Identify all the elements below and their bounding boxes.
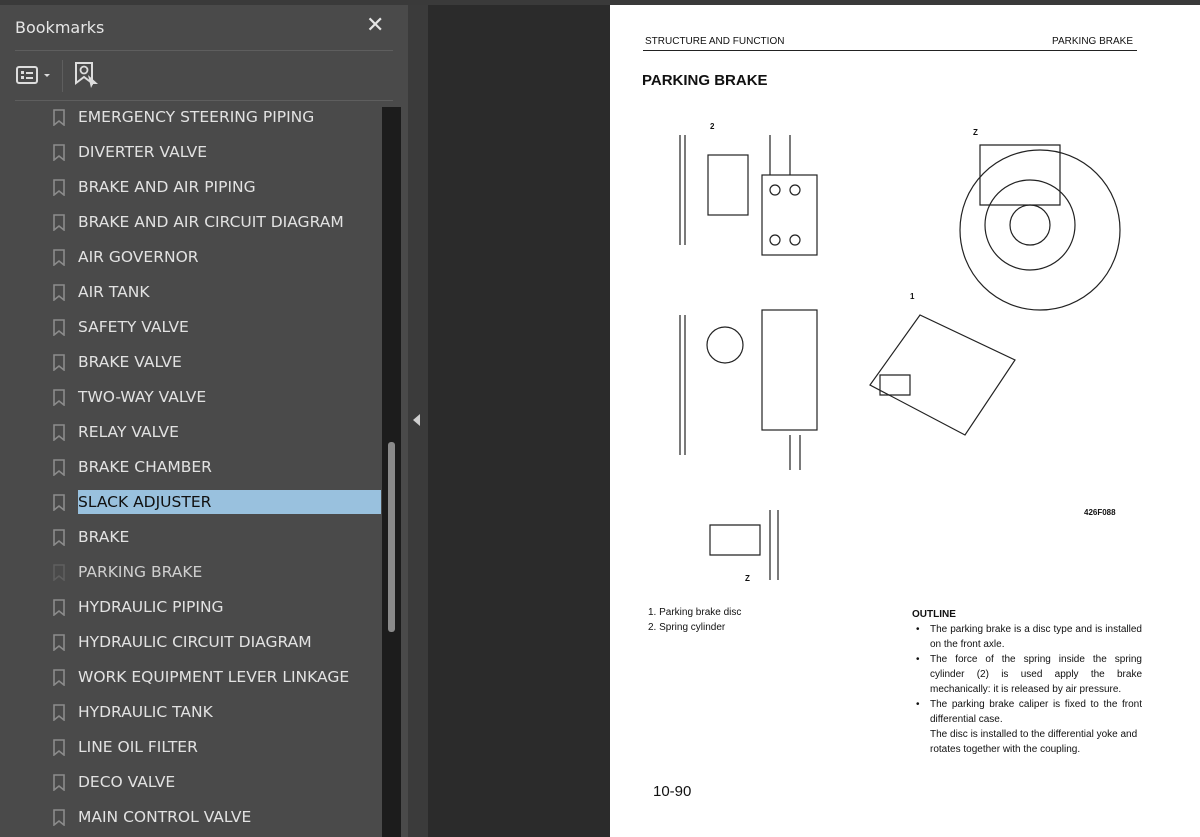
callout-1: 1 [910, 292, 915, 301]
bookmark-item[interactable]: AIR GOVERNOR [0, 240, 382, 275]
view-z-label: Z [745, 574, 750, 583]
find-bookmark-button[interactable] [74, 60, 100, 94]
bookmark-icon [53, 424, 65, 441]
bookmark-item[interactable]: PARKING BRAKE [0, 555, 382, 590]
scrollbar-thumb[interactable] [388, 442, 395, 632]
bookmark-icon [53, 809, 65, 826]
bookmark-label: PARKING BRAKE [78, 563, 203, 581]
close-icon[interactable]: ✕ [366, 13, 384, 38]
bookmark-item[interactable]: SAFETY VALVE [0, 310, 382, 345]
bookmark-icon [53, 354, 65, 371]
bookmark-label: TWO-WAY VALVE [78, 388, 207, 406]
bookmark-label: HYDRAULIC TANK [78, 703, 213, 721]
bookmark-icon [53, 284, 65, 301]
outline-bullet: The parking brake caliper is fixed to th… [912, 697, 1142, 727]
header-right: PARKING BRAKE [1052, 36, 1133, 47]
bookmark-item[interactable]: BRAKE AND AIR PIPING [0, 170, 382, 205]
bookmark-label: BRAKE CHAMBER [78, 458, 212, 476]
bookmark-icon [53, 109, 65, 126]
bookmark-item[interactable]: BRAKE CHAMBER [0, 450, 382, 485]
bookmark-item[interactable]: WORK EQUIPMENT LEVER LINKAGE [0, 660, 382, 695]
bookmark-item[interactable]: EMERGENCY STEERING PIPING [0, 100, 382, 135]
outline-continuation: The disc is installed to the differentia… [930, 729, 1138, 755]
bookmark-label: BRAKE AND AIR PIPING [78, 178, 256, 196]
bookmark-label: HYDRAULIC CIRCUIT DIAGRAM [78, 633, 312, 651]
panel-title: Bookmarks [15, 18, 105, 37]
bookmark-list: EMERGENCY STEERING PIPING DIVERTER VALVE B… [0, 100, 382, 835]
bookmark-label: RELAY VALVE [78, 423, 179, 441]
outline-section: OUTLINE The parking brake is a disc type… [912, 607, 1142, 757]
bookmark-icon [53, 249, 65, 266]
find-bookmark-icon [75, 62, 98, 88]
bookmark-item[interactable]: MAIN CONTROL VALVE [0, 800, 382, 835]
bookmark-label: HYDRAULIC PIPING [78, 598, 224, 616]
page-number: 10-90 [653, 783, 692, 800]
bookmark-icon [53, 144, 65, 161]
bookmark-label: BRAKE VALVE [78, 353, 182, 371]
scrollbar[interactable] [382, 107, 401, 837]
list-options-button[interactable] [16, 63, 56, 91]
bookmark-item[interactable]: HYDRAULIC PIPING [0, 590, 382, 625]
callout-2: 2 [710, 122, 715, 131]
header-left: STRUCTURE AND FUNCTION [645, 36, 785, 47]
bookmark-label: LINE OIL FILTER [78, 738, 198, 756]
bookmark-item[interactable]: SLACK ADJUSTER [0, 485, 382, 520]
bookmark-label: BRAKE [78, 528, 130, 546]
bookmark-label: AIR GOVERNOR [78, 248, 199, 266]
bookmark-icon [53, 669, 65, 686]
page-title: PARKING BRAKE [642, 72, 768, 89]
panel-splitter[interactable] [408, 5, 428, 837]
bookmark-icon [53, 179, 65, 196]
bookmark-item[interactable]: AIR TANK [0, 275, 382, 310]
bookmark-item[interactable]: TWO-WAY VALVE [0, 380, 382, 415]
outline-bullet: The force of the spring inside the sprin… [912, 652, 1142, 697]
part-item: 1. Parking brake disc [648, 607, 742, 618]
header-rule [643, 50, 1137, 51]
bookmark-icon [53, 774, 65, 791]
list-options-icon [16, 66, 50, 84]
bookmark-label: DECO VALVE [78, 773, 176, 791]
collapse-panel-icon[interactable] [413, 414, 420, 426]
bookmark-icon [53, 634, 65, 651]
bookmark-icon [53, 319, 65, 336]
bookmark-item[interactable]: DECO VALVE [0, 765, 382, 800]
bookmark-item[interactable]: HYDRAULIC CIRCUIT DIAGRAM [0, 625, 382, 660]
part-item: 2. Spring cylinder [648, 622, 726, 633]
outline-bullet: The parking brake is a disc type and is … [912, 622, 1142, 652]
bookmark-label: EMERGENCY STEERING PIPING [78, 108, 315, 126]
bookmark-item[interactable]: RELAY VALVE [0, 415, 382, 450]
parts-list: 1. Parking brake disc 2. Spring cylinder [648, 605, 741, 635]
bookmark-item[interactable]: BRAKE [0, 520, 382, 555]
bookmark-label: DIVERTER VALVE [78, 143, 208, 161]
bookmark-icon [53, 704, 65, 721]
bookmark-icon [53, 494, 65, 511]
callout-z: Z [973, 128, 978, 137]
bookmark-icon [53, 564, 65, 581]
divider [62, 60, 63, 92]
divider [15, 50, 393, 51]
bookmark-label: WORK EQUIPMENT LEVER LINKAGE [78, 668, 350, 686]
bookmark-item[interactable]: BRAKE VALVE [0, 345, 382, 380]
parking-brake-drawing [679, 135, 1121, 580]
bookmark-item[interactable]: LINE OIL FILTER [0, 730, 382, 765]
bookmark-icon [53, 529, 65, 546]
outline-heading: OUTLINE [912, 609, 956, 620]
bookmark-label: MAIN CONTROL VALVE [78, 808, 252, 826]
bookmark-label: AIR TANK [78, 283, 150, 301]
bookmark-icon [53, 599, 65, 616]
bookmark-icon [53, 739, 65, 756]
bookmarks-panel: Bookmarks ✕ EMERGENCY STEERING PIPING DIV… [0, 5, 408, 837]
bookmark-label: SAFETY VALVE [78, 318, 189, 336]
document-page: STRUCTURE AND FUNCTION PARKING BRAKE PAR… [610, 5, 1200, 837]
bookmark-icon [53, 459, 65, 476]
bookmark-item[interactable]: BRAKE AND AIR CIRCUIT DIAGRAM [0, 205, 382, 240]
bookmark-icon [53, 389, 65, 406]
bookmark-item[interactable]: HYDRAULIC TANK [0, 695, 382, 730]
figure-code: 426F088 [1084, 508, 1116, 517]
bookmark-label: SLACK ADJUSTER [78, 490, 381, 514]
bookmark-icon [53, 214, 65, 231]
bookmark-item[interactable]: DIVERTER VALVE [0, 135, 382, 170]
bookmark-label: BRAKE AND AIR CIRCUIT DIAGRAM [78, 213, 344, 231]
